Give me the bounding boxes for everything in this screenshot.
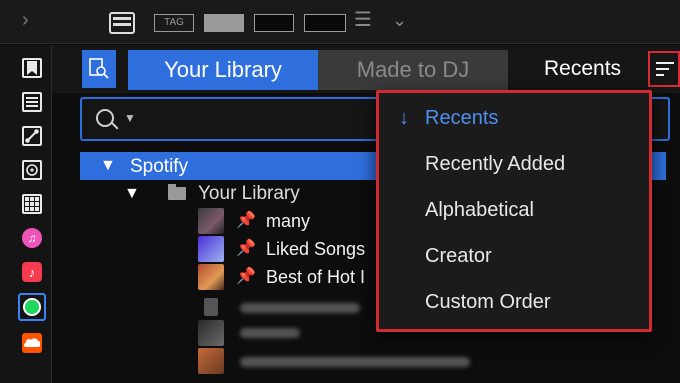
music-icon[interactable]: ♪ bbox=[22, 262, 42, 282]
sort-arrow-down-icon: ↓ bbox=[399, 107, 409, 129]
library-header: Your Library Made to DJ Recents bbox=[52, 45, 680, 93]
tag-button[interactable]: TAG bbox=[154, 14, 194, 32]
expand-triangle-icon[interactable]: ▼ bbox=[100, 157, 116, 175]
sort-option-label: Recents bbox=[425, 107, 499, 129]
tree-row-your-library[interactable]: ▼ Your Library bbox=[80, 180, 380, 208]
sampler-icon[interactable] bbox=[22, 160, 42, 180]
playlist-thumbnail bbox=[198, 320, 224, 346]
sort-option-label: Alphabetical bbox=[425, 199, 534, 221]
tree-row-label: Spotify bbox=[130, 156, 189, 177]
grid-icon[interactable] bbox=[22, 194, 42, 214]
playlist-thumbnail bbox=[198, 264, 224, 290]
left-icon-strip: ♫ ♪ bbox=[0, 45, 52, 383]
list-icon[interactable] bbox=[22, 92, 42, 112]
playlist-doc-icon bbox=[204, 298, 218, 316]
blurred-text bbox=[240, 303, 360, 313]
soundcloud-icon[interactable] bbox=[22, 333, 42, 353]
pin-icon: 📌 bbox=[236, 268, 256, 285]
color-swatch-black[interactable] bbox=[304, 14, 346, 32]
playlist-label: Best of Hot I bbox=[266, 267, 366, 287]
caret-down-icon[interactable]: ▼ bbox=[124, 111, 136, 125]
sort-option-creator[interactable]: Creator bbox=[379, 233, 649, 279]
blurred-text bbox=[240, 328, 300, 338]
pin-icon: 📌 bbox=[236, 240, 256, 257]
pin-icon: 📌 bbox=[236, 212, 256, 229]
top-toolbar: › TAG ☰ ⌄ bbox=[0, 0, 680, 44]
folder-icon bbox=[168, 184, 186, 200]
sort-option-label: Creator bbox=[425, 245, 492, 267]
sort-option-label: Custom Order bbox=[425, 291, 551, 313]
bookmark-icon[interactable] bbox=[22, 58, 42, 78]
sort-option-label: Recently Added bbox=[425, 153, 566, 175]
search-icon bbox=[96, 109, 114, 127]
tree-row-label: Your Library bbox=[198, 183, 300, 204]
playlist-label: many bbox=[266, 211, 311, 231]
connect-icon[interactable] bbox=[22, 126, 42, 146]
library-search-icon[interactable] bbox=[82, 50, 116, 88]
sort-dropdown-menu: ↓ Recents Recently Added Alphabetical Cr… bbox=[376, 90, 652, 332]
playlist-thumbnail bbox=[198, 236, 224, 262]
sort-option-recents[interactable]: ↓ Recents bbox=[379, 95, 649, 141]
sort-option-recently-added[interactable]: Recently Added bbox=[379, 141, 649, 187]
sort-menu-button[interactable] bbox=[648, 51, 680, 87]
sort-option-alphabetical[interactable]: Alphabetical bbox=[379, 187, 649, 233]
chevron-down-icon[interactable]: ⌄ bbox=[392, 10, 407, 31]
tab-your-library[interactable]: Your Library bbox=[128, 50, 318, 90]
sort-option-custom-order[interactable]: Custom Order bbox=[379, 279, 649, 325]
list-view-icon[interactable]: ☰ bbox=[354, 10, 372, 30]
blurred-text bbox=[240, 357, 470, 367]
tab-made-to-dj[interactable]: Made to DJ bbox=[318, 50, 508, 90]
playlist-label: Liked Songs bbox=[266, 239, 366, 259]
sort-label[interactable]: Recents bbox=[544, 57, 621, 81]
playlist-thumbnail bbox=[198, 348, 224, 374]
apple-music-icon[interactable]: ♫ bbox=[22, 228, 42, 248]
chevron-right-icon[interactable]: › bbox=[22, 10, 29, 30]
playlist-thumbnail bbox=[198, 208, 224, 234]
window-layout-icon[interactable] bbox=[109, 12, 135, 34]
spotify-icon[interactable] bbox=[18, 293, 46, 321]
sort-lines-icon bbox=[656, 62, 674, 64]
expand-triangle-icon[interactable]: ▼ bbox=[124, 185, 140, 203]
color-swatch-dark[interactable] bbox=[254, 14, 294, 32]
color-swatch-gray[interactable] bbox=[204, 14, 244, 32]
